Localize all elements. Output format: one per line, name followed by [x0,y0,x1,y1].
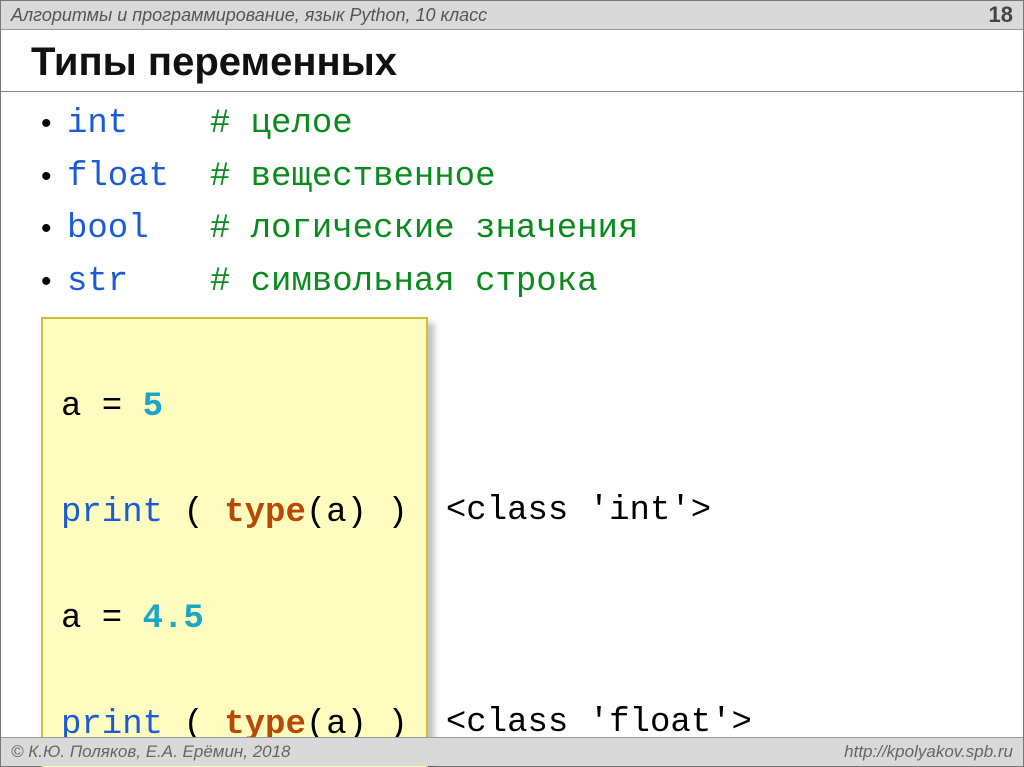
type-keyword: str [67,256,128,309]
output-line: <class 'int'> [446,485,752,538]
output-blank [446,379,752,432]
type-keyword: bool [67,203,149,256]
type-keyword: int [67,98,128,151]
type-comment: # вещественное [210,151,496,204]
output-column: <class 'int'> <class 'float'> <class 'bo… [428,317,752,767]
output-blank [446,591,752,644]
pad [149,203,210,256]
type-line-str: •str # символьная строка [41,256,983,309]
code-line: print ( type(a) ) [61,487,408,540]
code-line: a = 5 [61,381,408,434]
type-line-int: •int # целое [41,98,983,151]
value-int: 5 [143,388,163,426]
page-title: Типы переменных [1,30,1023,92]
print-keyword: print [61,494,163,532]
type-line-bool: •bool # логические значения [41,203,983,256]
bullet-icon: • [41,154,67,201]
content: •int # целое •float # вещественное •bool… [1,98,1023,767]
pad [128,98,210,151]
type-keyword: float [67,151,169,204]
type-comment: # целое [210,98,353,151]
copyright-text: © К.Ю. Поляков, Е.А. Ерёмин, 2018 [11,742,291,762]
page-number: 18 [989,2,1013,28]
type-keyword-call: type [224,494,306,532]
pad [169,151,210,204]
type-comment: # логические значения [210,203,638,256]
pad [128,256,210,309]
code-box: a = 5 print ( type(a) ) a = 4.5 print ( … [41,317,428,767]
code-row: a = 5 print ( type(a) ) a = 4.5 print ( … [41,317,983,767]
bullet-icon: • [41,206,67,253]
code-line: a = 4.5 [61,593,408,646]
footer-bar: © К.Ю. Поляков, Е.А. Ерёмин, 2018 http:/… [1,737,1023,766]
value-float: 4.5 [143,600,204,638]
slide: Алгоритмы и программирование, язык Pytho… [0,0,1024,767]
type-comment: # символьная строка [210,256,598,309]
header-bar: Алгоритмы и программирование, язык Pytho… [1,1,1023,30]
footer-url: http://kpolyakov.spb.ru [844,742,1013,762]
type-line-float: •float # вещественное [41,151,983,204]
bullet-icon: • [41,259,67,306]
bullet-icon: • [41,101,67,148]
breadcrumb: Алгоритмы и программирование, язык Pytho… [11,5,487,26]
